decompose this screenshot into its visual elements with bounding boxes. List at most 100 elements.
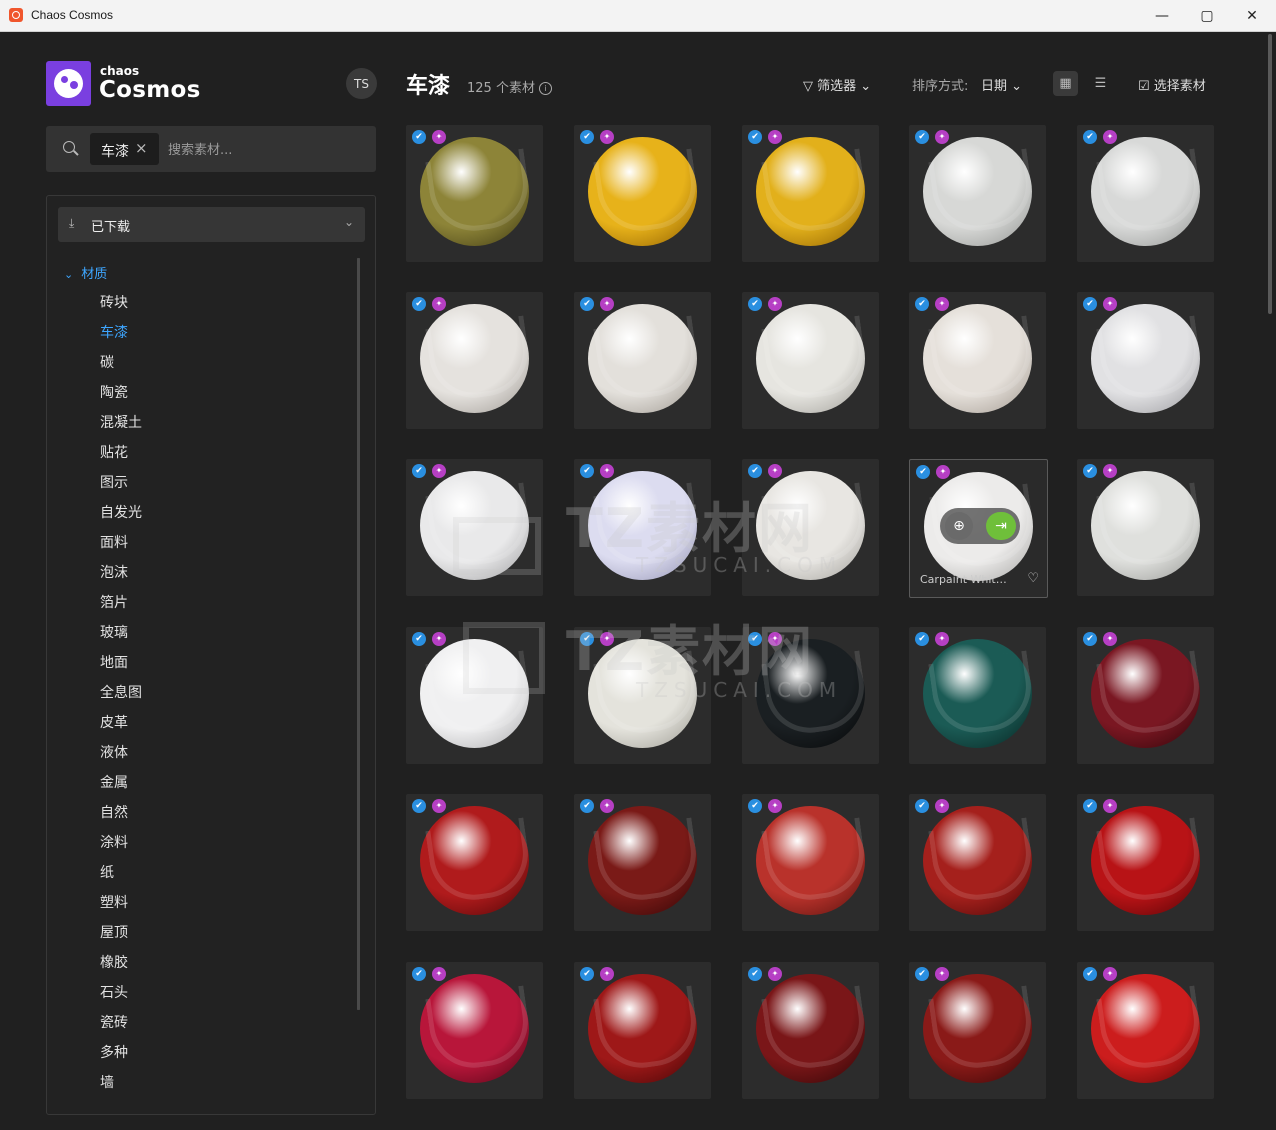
downloaded-check-icon: ✔ <box>580 464 594 478</box>
asset-tile[interactable]: ✔ ✦ <box>909 962 1046 1099</box>
sidebar-item[interactable]: 涂料 <box>100 832 142 862</box>
asset-tile[interactable]: ✔ ✦ <box>1077 459 1214 596</box>
chevron-down-icon: ⌄ <box>1011 79 1023 94</box>
sidebar-item[interactable]: 全息图 <box>100 682 142 712</box>
asset-tile[interactable]: ✔ ✦ <box>909 627 1046 764</box>
list-view-icon[interactable]: ☰ <box>1088 71 1113 96</box>
sidebar-item[interactable]: 皮革 <box>100 712 142 742</box>
chip-close-icon[interactable]: × <box>135 139 148 157</box>
sidebar-item[interactable]: 屋顶 <box>100 922 142 952</box>
downloaded-check-icon: ✔ <box>915 799 929 813</box>
maximize-icon[interactable]: ▢ <box>1184 0 1230 31</box>
premium-badge-icon: ✦ <box>768 297 782 311</box>
sidebar-item[interactable]: 地面 <box>100 652 142 682</box>
watermark-subtext: TZSUCAI.COM <box>636 553 843 577</box>
material-preview <box>756 806 865 915</box>
downloaded-check-icon: ✔ <box>412 967 426 981</box>
sidebar-item[interactable]: 车漆 <box>100 322 142 352</box>
premium-badge-icon: ✦ <box>768 130 782 144</box>
search-bar[interactable]: 车漆 × <box>46 126 376 172</box>
sidebar-item[interactable]: 金属 <box>100 772 142 802</box>
premium-badge-icon: ✦ <box>1103 799 1117 813</box>
sidebar-item[interactable]: 箔片 <box>100 592 142 622</box>
sidebar-item[interactable]: 面料 <box>100 532 142 562</box>
sidebar-scroll-thumb[interactable] <box>357 258 360 1010</box>
zoom-icon[interactable]: ⊕ <box>945 512 973 540</box>
tile-actions: ⊕ ⇥ <box>940 508 1020 544</box>
sidebar-item[interactable]: 贴花 <box>100 442 142 472</box>
import-icon[interactable]: ⇥ <box>986 512 1016 540</box>
asset-tile[interactable]: ✔ ✦ <box>574 125 711 262</box>
material-preview <box>420 806 529 915</box>
sidebar-item[interactable]: 碳 <box>100 352 142 382</box>
asset-tile[interactable]: ✔ ✦ <box>574 292 711 429</box>
downloaded-check-icon: ✔ <box>412 799 426 813</box>
asset-tile[interactable]: ✔ ✦ <box>406 292 543 429</box>
sidebar-item[interactable]: 混凝土 <box>100 412 142 442</box>
sidebar-item[interactable]: 纸 <box>100 862 142 892</box>
asset-tile[interactable]: ✔ ✦ <box>1077 962 1214 1099</box>
material-preview <box>1091 806 1200 915</box>
sort-dropdown[interactable]: 日期 ⌄ <box>981 75 1022 94</box>
select-assets-button[interactable]: ☑ 选择素材 <box>1138 75 1206 94</box>
sidebar-item[interactable]: 液体 <box>100 742 142 772</box>
asset-tile[interactable]: ✔ ✦ <box>909 794 1046 931</box>
search-input[interactable] <box>166 138 360 162</box>
sort-value: 日期 <box>981 79 1008 94</box>
asset-tile[interactable]: ✔ ✦ <box>1077 125 1214 262</box>
asset-tile[interactable]: ✔ ✦ <box>1077 627 1214 764</box>
sidebar-item[interactable]: 玻璃 <box>100 622 142 652</box>
sidebar-item[interactable]: 橡胶 <box>100 952 142 982</box>
asset-tile[interactable]: ✔ ✦ ⊕ ⇥ Carpaint White... ♡ <box>909 459 1048 598</box>
asset-tile[interactable]: ✔ ✦ <box>406 962 543 1099</box>
avatar[interactable]: TS <box>346 68 377 99</box>
premium-badge-icon: ✦ <box>1103 130 1117 144</box>
asset-tile[interactable]: ✔ ✦ <box>742 125 879 262</box>
grid-view-icon[interactable]: ▦ <box>1053 71 1078 96</box>
sidebar-item[interactable]: 图示 <box>100 472 142 502</box>
downloaded-check-icon: ✔ <box>412 464 426 478</box>
sidebar-item[interactable]: 陶瓷 <box>100 382 142 412</box>
sidebar-item[interactable]: 瓷砖 <box>100 1012 142 1042</box>
asset-tile[interactable]: ✔ ✦ <box>742 794 879 931</box>
material-preview <box>923 304 1032 413</box>
checkbox-icon: ☑ <box>1138 79 1150 94</box>
asset-tile[interactable]: ✔ ✦ <box>909 125 1046 262</box>
search-chip[interactable]: 车漆 × <box>90 133 159 165</box>
sidebar-item[interactable]: 自然 <box>100 802 142 832</box>
asset-tile[interactable]: ✔ ✦ <box>742 962 879 1099</box>
asset-tile[interactable]: ✔ ✦ <box>406 794 543 931</box>
sidebar-item[interactable]: 石头 <box>100 982 142 1012</box>
asset-tile[interactable]: ✔ ✦ <box>574 794 711 931</box>
asset-tile[interactable]: ✔ ✦ <box>406 125 543 262</box>
asset-tile[interactable]: ✔ ✦ <box>909 292 1046 429</box>
minimize-icon[interactable]: — <box>1139 0 1185 31</box>
sidebar-item[interactable]: 多种 <box>100 1042 142 1072</box>
sidebar-item[interactable]: 泡沫 <box>100 562 142 592</box>
asset-tile[interactable]: ✔ ✦ <box>574 962 711 1099</box>
asset-tile[interactable]: ✔ ✦ <box>1077 292 1214 429</box>
asset-tile[interactable]: ✔ ✦ <box>1077 794 1214 931</box>
category-panel: ⤓ 已下载 ⌄ ⌄ 材质 砖块 车漆碳陶瓷 混凝土 贴花 图示 自发光 面料 泡沫 箔片 玻璃 地面全… <box>46 195 376 1115</box>
material-preview <box>1091 639 1200 748</box>
app-icon <box>9 8 23 22</box>
premium-badge-icon: ✦ <box>432 799 446 813</box>
downloaded-dropdown[interactable]: ⤓ 已下载 ⌄ <box>58 207 365 242</box>
downloaded-label: 已下载 <box>91 220 131 235</box>
main-scrollbar[interactable] <box>1268 34 1272 314</box>
favorite-heart-icon[interactable]: ♡ <box>1027 571 1039 586</box>
chevron-down-icon: ⌄ <box>343 215 354 229</box>
sidebar-scrollbar[interactable] <box>357 258 360 1010</box>
app-body: chaos Cosmos TS 车漆 × ⤓ 已下载 ⌄ ⌄材质 砖块车漆碳陶瓷… <box>1 32 1275 1129</box>
asset-tile[interactable]: ✔ ✦ <box>742 292 879 429</box>
sidebar-item[interactable]: 砖块 <box>100 292 142 322</box>
sidebar-item[interactable]: 自发光 <box>100 502 142 532</box>
sidebar-item[interactable]: 墙 <box>100 1072 142 1102</box>
downloaded-check-icon: ✔ <box>748 297 762 311</box>
category-header[interactable]: ⌄ 材质 <box>64 263 107 282</box>
close-icon[interactable]: ✕ <box>1229 0 1275 31</box>
info-icon[interactable]: i <box>538 82 552 95</box>
window-title: Chaos Cosmos <box>31 8 114 22</box>
filter-button[interactable]: ▽ 筛选器 ⌄ <box>803 75 871 94</box>
sidebar-item[interactable]: 塑料 <box>100 892 142 922</box>
